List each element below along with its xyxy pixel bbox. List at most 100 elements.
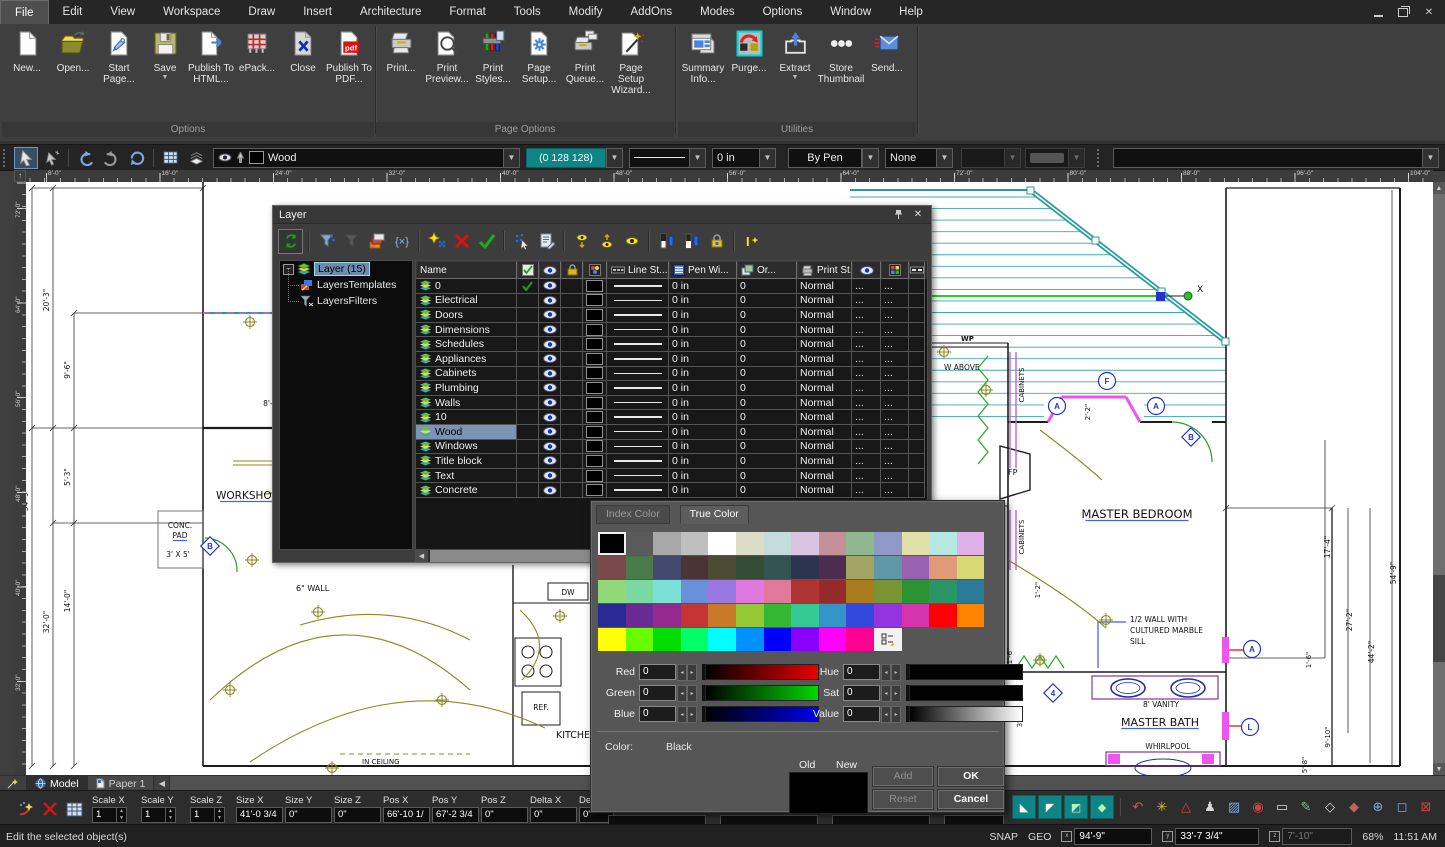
layer-more-cell[interactable]: ... [852, 396, 881, 411]
layer-more-cell[interactable]: ... [852, 410, 881, 425]
color-swatch[interactable] [653, 532, 681, 555]
layer-name-cell[interactable]: Schedules [416, 337, 517, 352]
layer-penwidth-cell[interactable]: 0 in [669, 454, 737, 469]
layer-name-cell[interactable]: Title block [416, 454, 517, 469]
lock-layer-icon[interactable] [705, 230, 728, 253]
layer-printstyle-cell[interactable]: Normal [797, 410, 852, 425]
restore-button[interactable] [1398, 8, 1408, 17]
field-input[interactable]: 67'-2 3/4 [432, 807, 479, 823]
color-swatch[interactable] [764, 604, 792, 627]
layer-color-cell[interactable] [583, 469, 607, 484]
color-swatch[interactable] [874, 604, 902, 627]
column-color-grid-icon[interactable] [881, 261, 909, 279]
layer-more-cell[interactable]: ... [881, 454, 909, 469]
color-swatch[interactable] [929, 556, 957, 579]
layer-name-cell[interactable]: Dimensions [416, 323, 517, 338]
sat-gradient-bar[interactable] [909, 685, 1023, 701]
tab-scroll-left-icon[interactable]: ◀ [154, 776, 170, 791]
layer-group-icon[interactable]: {×} [390, 230, 413, 253]
layer-tree-filters[interactable]: LayersFilters [280, 293, 412, 309]
new-layer-icon[interactable] [425, 230, 448, 253]
local-snap-icon[interactable]: ✳ [1151, 796, 1173, 818]
layer-row-10[interactable]: 100 in0Normal...... [416, 410, 927, 425]
layer-templates-label[interactable]: LayersTemplates [317, 279, 396, 291]
new-button[interactable]: New... [4, 28, 50, 76]
line-style-combo[interactable]: ▼ [629, 148, 706, 168]
color-swatch[interactable] [736, 580, 764, 603]
layer-row-cabinets[interactable]: Cabinets0 in0Normal...... [416, 367, 927, 382]
hidden-line-mode-icon[interactable]: ◩ [1064, 795, 1088, 819]
spin-right-icon[interactable]: ▸ [891, 706, 901, 723]
color-swatch[interactable] [736, 556, 764, 579]
color-swatch[interactable] [653, 604, 681, 627]
refresh-layers-icon[interactable] [278, 229, 303, 254]
spin-right-icon[interactable]: ▸ [891, 685, 901, 702]
layer-more-cell[interactable]: ... [881, 483, 909, 498]
blue-spinner[interactable]: ◂▸ [677, 706, 697, 723]
apply-icon[interactable] [475, 230, 498, 253]
layer-row-wood[interactable]: Wood0 in0Normal...... [416, 425, 927, 440]
layer-more-cell[interactable]: ... [852, 367, 881, 382]
column-dash-icon[interactable] [909, 261, 925, 279]
field-input[interactable]: 1▲▼ [141, 807, 176, 823]
layer-more-cell[interactable]: ... [881, 323, 909, 338]
spin-down-icon[interactable]: ▼ [117, 815, 126, 822]
layer-more-cell[interactable]: ... [881, 294, 909, 309]
layer-name-cell[interactable]: Wood [416, 425, 517, 440]
layer-penwidth-cell[interactable]: 0 in [669, 440, 737, 455]
minimize-button[interactable] [1374, 8, 1383, 17]
color-swatch[interactable] [626, 628, 654, 651]
layer-row-text[interactable]: Text0 in0Normal...... [416, 469, 927, 484]
layer-penwidth-cell[interactable]: 0 in [669, 367, 737, 382]
layer-lock-cell[interactable] [561, 352, 583, 367]
spin-down-icon[interactable]: ▼ [166, 815, 175, 822]
layer-check-cell[interactable] [517, 381, 539, 396]
layer-linestyle-cell[interactable] [607, 483, 669, 498]
zoom-level[interactable]: 68% [1362, 831, 1383, 843]
layer-color-cell[interactable] [583, 308, 607, 323]
layer-printstyle-cell[interactable]: Normal [797, 425, 852, 440]
layer-lock-cell[interactable] [561, 367, 583, 382]
layer-penwidth-cell[interactable]: 0 in [669, 396, 737, 411]
layer-linestyle-cell[interactable] [607, 279, 669, 294]
copy-tool-icon[interactable]: ◇ [1319, 796, 1341, 818]
isolate-layer-icon[interactable]: I [740, 230, 763, 253]
color-swatch[interactable] [819, 580, 847, 603]
field-input[interactable]: 0" [481, 807, 528, 823]
layer-printstyle-cell[interactable]: Normal [797, 294, 852, 309]
layer-check-cell[interactable] [517, 483, 539, 498]
color-swatch[interactable] [736, 628, 764, 651]
layer-sets-icon[interactable] [365, 230, 388, 253]
hscroll-left-icon[interactable]: ◀ [415, 550, 428, 562]
publish-to-pdf-button[interactable]: pdfPublish To PDF... [326, 28, 372, 87]
layer-more-cell[interactable]: ... [881, 396, 909, 411]
toolbar-grip[interactable] [3, 149, 10, 167]
layer-more-cell[interactable]: ... [852, 337, 881, 352]
color-swatch[interactable] [929, 604, 957, 627]
cancel-button[interactable]: Cancel [938, 790, 1004, 809]
undo-button[interactable] [73, 147, 97, 169]
layer-tree-templates[interactable]: LayersTemplates [280, 277, 412, 293]
tab-index-color[interactable]: Index Color [596, 505, 670, 524]
close-button[interactable]: Close [280, 28, 326, 76]
field-input[interactable]: 1▲▼ [92, 807, 127, 823]
color-swatch[interactable] [819, 556, 847, 579]
layer-visibility-cell[interactable] [539, 381, 561, 396]
layer-visibility-cell[interactable] [539, 440, 561, 455]
color-swatch[interactable] [846, 604, 874, 627]
red-gradient-bar[interactable] [705, 664, 819, 680]
move-up-icon[interactable] [570, 230, 593, 253]
menu-view[interactable]: View [96, 0, 149, 24]
layer-linestyle-cell[interactable] [607, 352, 669, 367]
color-swatch[interactable] [819, 532, 847, 555]
layer-lock-cell[interactable] [561, 294, 583, 309]
layer-printstyle-cell[interactable]: Normal [797, 337, 852, 352]
redo-all-button[interactable] [125, 147, 149, 169]
layer-more-cell[interactable]: ... [881, 381, 909, 396]
layer-check-cell[interactable] [517, 396, 539, 411]
color-swatch[interactable] [846, 580, 874, 603]
tab-paper-1[interactable]: Paper 1 [88, 776, 155, 791]
color-button[interactable]: (0 128 128) [526, 148, 606, 168]
spin-left-icon[interactable]: ◂ [881, 706, 891, 723]
column-pen-width[interactable]: Pen Wi... [669, 261, 737, 279]
